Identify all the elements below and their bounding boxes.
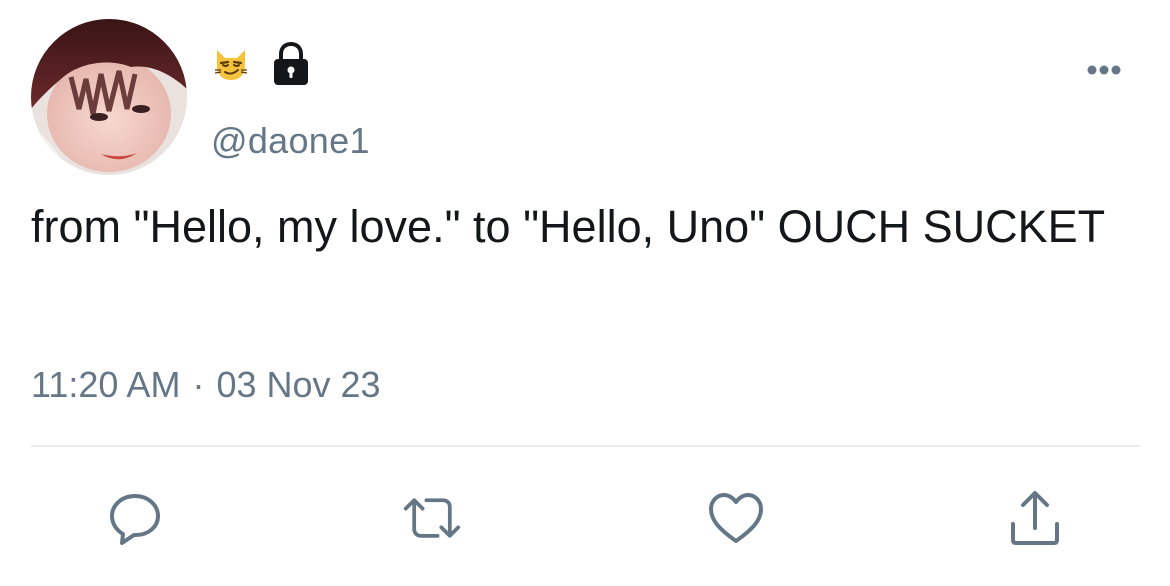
user-handle[interactable]: @daone1 [211, 120, 370, 162]
speech-bubble-icon [110, 494, 160, 545]
tweet-card: @daone1 from "Hello, my love." to "Hello… [0, 0, 1170, 586]
avatar-image [31, 19, 187, 175]
lock-icon [274, 42, 308, 85]
smirking-cat-icon [214, 50, 248, 80]
display-name-row [213, 42, 311, 86]
heart-icon [709, 493, 763, 543]
more-options-icon[interactable] [1080, 58, 1128, 82]
tweet-time: 11:20 AM [31, 364, 181, 405]
tweet-date: 03 Nov 23 [216, 364, 381, 405]
divider [31, 445, 1140, 447]
like-button[interactable] [706, 488, 766, 548]
share-upload-icon [1011, 491, 1059, 545]
retweet-arrows-icon [403, 498, 461, 538]
avatar[interactable] [31, 19, 187, 175]
share-button[interactable] [1005, 488, 1065, 548]
meta-separator: · [192, 364, 205, 405]
tweet-timestamp[interactable]: 11:20 AM · 03 Nov 23 [31, 364, 381, 406]
tweet-text: from "Hello, my love." to "Hello, Uno" O… [31, 201, 1106, 252]
retweet-button[interactable] [402, 488, 462, 548]
reply-button[interactable] [105, 488, 165, 548]
